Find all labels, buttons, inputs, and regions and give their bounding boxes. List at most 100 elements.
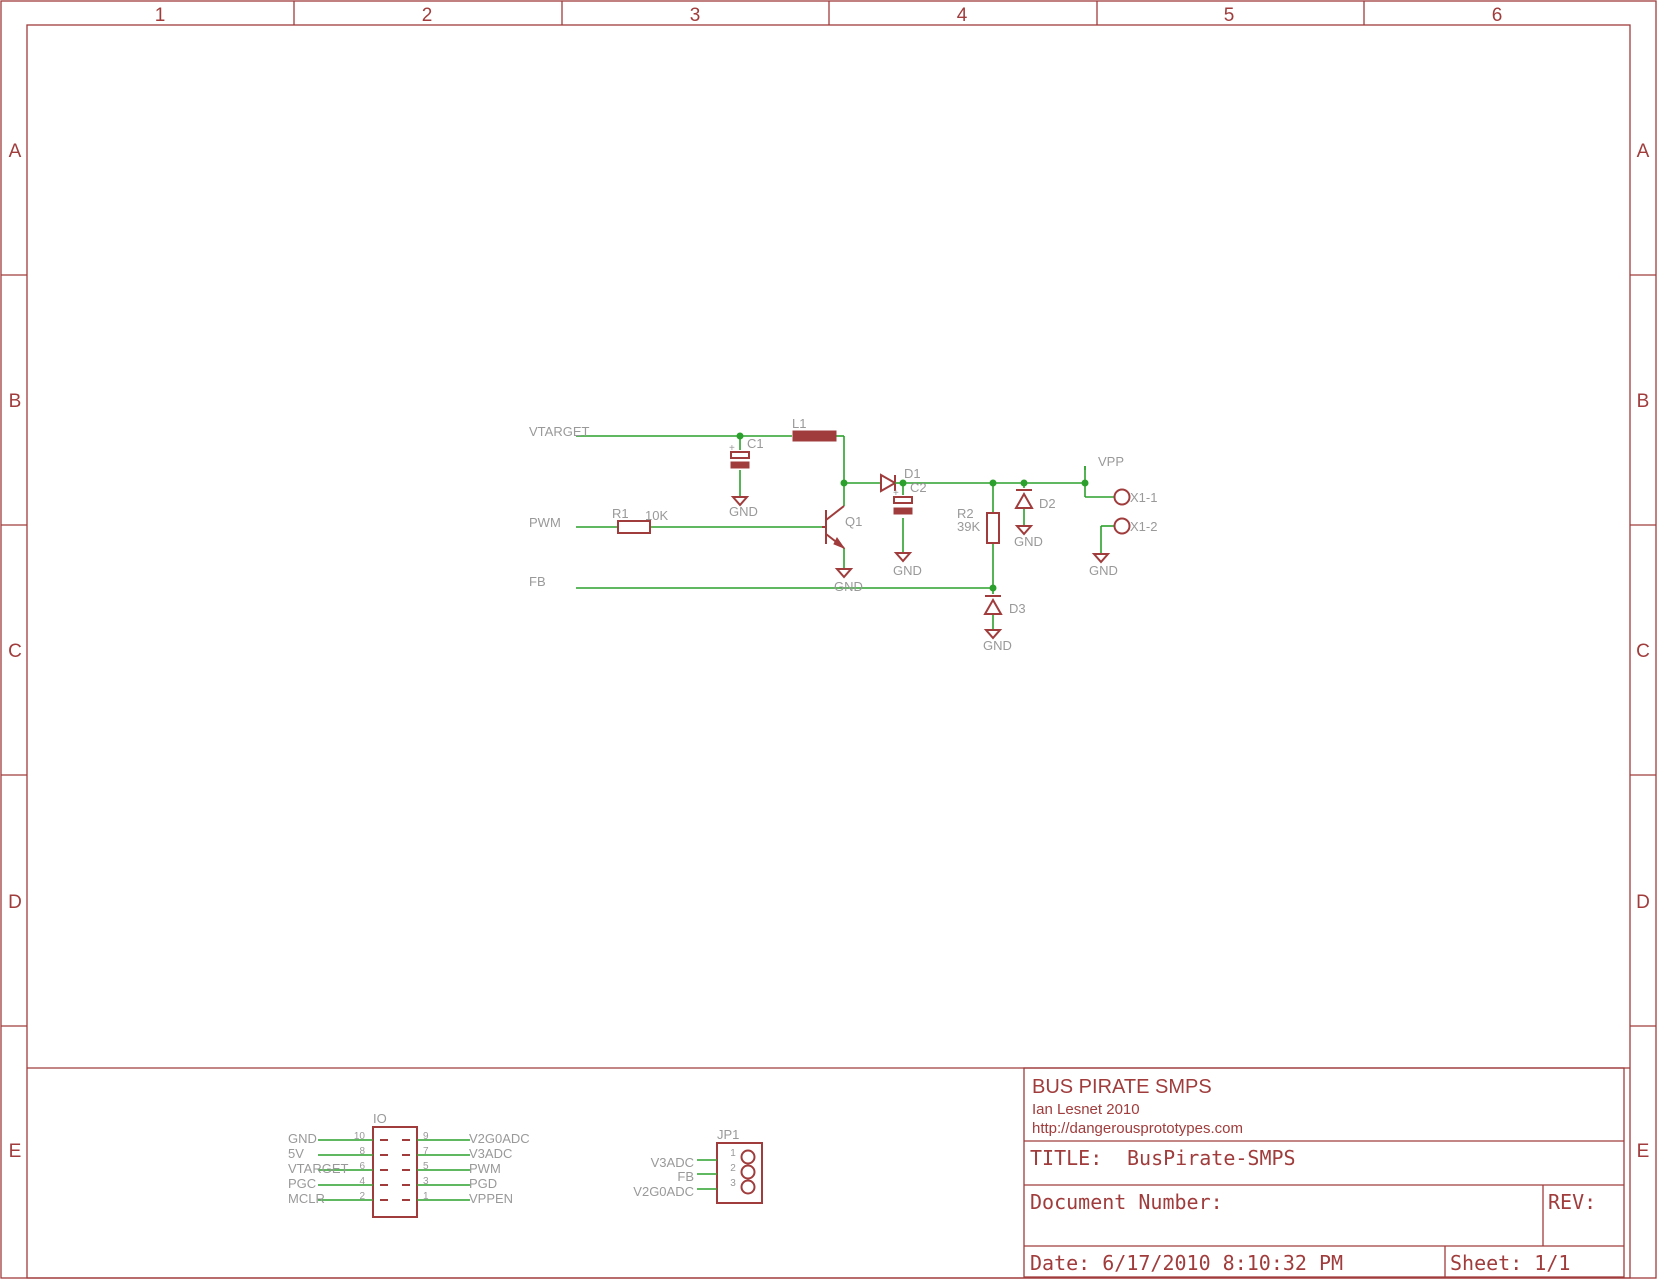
vpp-supply: VPP: [1084, 454, 1124, 470]
d2-label: D2: [1039, 496, 1056, 511]
io-net-right: V3ADC: [469, 1146, 512, 1161]
c1-label: C1: [747, 436, 764, 451]
io-pin-number: 3: [423, 1176, 429, 1187]
io-net-right: VPPEN: [469, 1191, 513, 1206]
pad-x1-2[interactable]: X1-2: [1113, 517, 1158, 535]
io-net-left: MCLR: [288, 1191, 325, 1206]
diode-d3[interactable]: D3: [983, 595, 1026, 616]
resistor-r1[interactable]: R1 10K: [612, 506, 668, 534]
net-label-fb: FB: [529, 574, 546, 589]
schematic-sheet: 1 2 3 4 5 6 A B C D E A B C D E BUS PIRA…: [0, 0, 1657, 1279]
wires: [576, 435, 1114, 630]
row-label: C: [8, 641, 22, 662]
jp1-net: V3ADC: [651, 1155, 694, 1170]
x1-2-label: X1-2: [1130, 519, 1157, 534]
column-label: 1: [155, 5, 166, 26]
gnd-label: GND: [834, 579, 863, 594]
jp1-pin-number: 3: [730, 1178, 736, 1189]
title-block: BUS PIRATE SMPS Ian Lesnet 2010 http://d…: [1023, 1067, 1625, 1278]
date-line: Date: 6/17/2010 8:10:32 PM: [1030, 1251, 1343, 1275]
capacitor-c2[interactable]: + C2: [893, 480, 927, 515]
net-label-vtarget: VTARGET: [529, 424, 589, 439]
column-label: 5: [1224, 5, 1235, 26]
c2-plus: +: [893, 488, 899, 499]
column-label: 3: [690, 5, 701, 26]
document-number-label: Document Number:: [1030, 1190, 1223, 1214]
capacitor-c1[interactable]: + C1: [729, 436, 764, 469]
diode-d2[interactable]: D2: [1014, 489, 1056, 511]
ground-symbol: GND: [834, 568, 863, 594]
gnd-label: GND: [893, 563, 922, 578]
row-label: E: [1637, 1141, 1650, 1162]
author-line: Ian Lesnet 2010: [1032, 1101, 1140, 1118]
url-line: http://dangerousprototypes.com: [1032, 1120, 1243, 1137]
io-pin-number: 10: [354, 1131, 366, 1142]
jp1-pin-number: 2: [730, 1163, 736, 1174]
ground-symbol: GND: [1089, 553, 1118, 578]
io-pin-number: 6: [359, 1161, 365, 1172]
jp1-pin-number: 1: [730, 1148, 736, 1159]
io-header[interactable]: IO GND 5V VTARGET PGC MCLR 10 8 6 4 2 9 …: [288, 1111, 530, 1218]
c2-label: C2: [910, 480, 927, 495]
revision-label: REV:: [1548, 1190, 1596, 1214]
io-net-left: VTARGET: [288, 1161, 348, 1176]
project-name: BUS PIRATE SMPS: [1032, 1076, 1212, 1098]
jp1-net: V2G0ADC: [633, 1184, 694, 1199]
io-pin-number: 2: [359, 1191, 365, 1202]
io-net-right: PGD: [469, 1176, 497, 1191]
transistor-q1[interactable]: Q1: [822, 505, 862, 550]
r1-label: R1: [612, 506, 629, 521]
gnd-label: GND: [983, 638, 1012, 653]
row-label: B: [1637, 391, 1650, 412]
gnd-label: GND: [729, 504, 758, 519]
io-label: IO: [373, 1111, 387, 1126]
io-net-left: 5V: [288, 1146, 304, 1161]
x1-1-label: X1-1: [1130, 490, 1157, 505]
row-label: B: [9, 391, 22, 412]
column-label: 4: [957, 5, 968, 26]
column-label: 2: [422, 5, 433, 26]
c1-plus: +: [729, 443, 735, 454]
io-pin-number: 5: [423, 1161, 429, 1172]
inductor-l1[interactable]: L1: [792, 416, 837, 442]
sheet-line: Sheet: 1/1: [1450, 1251, 1570, 1275]
io-pin-number: 4: [359, 1176, 365, 1187]
io-net-right: V2G0ADC: [469, 1131, 530, 1146]
ground-symbol: GND: [983, 629, 1012, 653]
gnd-label: GND: [1089, 563, 1118, 578]
jp1-net: FB: [677, 1169, 694, 1184]
r1-value: 10K: [645, 508, 668, 523]
row-label: C: [1636, 641, 1650, 662]
net-label-pwm: PWM: [529, 515, 561, 530]
ground-symbol: GND: [1014, 525, 1043, 549]
pad-x1-1[interactable]: X1-1: [1113, 488, 1158, 506]
ground-symbol: GND: [893, 552, 922, 578]
io-net-left: PGC: [288, 1176, 316, 1191]
io-net-left: GND: [288, 1131, 317, 1146]
column-label: 6: [1492, 5, 1503, 26]
io-pin-number: 9: [423, 1131, 429, 1142]
io-pin-number: 1: [423, 1191, 429, 1202]
q1-label: Q1: [845, 514, 862, 529]
jp1-label: JP1: [717, 1127, 739, 1142]
d3-label: D3: [1009, 601, 1026, 616]
l1-label: L1: [792, 416, 806, 431]
row-label: E: [9, 1141, 22, 1162]
row-label: A: [9, 141, 22, 162]
ground-symbol: GND: [729, 496, 758, 519]
jp1-header[interactable]: JP1 1 2 3 V3ADC FB V2G0ADC: [633, 1127, 763, 1204]
io-pin-marks: [380, 1139, 410, 1201]
vpp-label: VPP: [1098, 454, 1124, 469]
title-label: TITLE:: [1030, 1146, 1102, 1170]
io-pin-number: 7: [423, 1146, 429, 1157]
r2-value: 39K: [957, 519, 980, 534]
gnd-label: GND: [1014, 534, 1043, 549]
io-pin-number: 8: [359, 1146, 365, 1157]
drawing-frame: 1 2 3 4 5 6 A B C D E A B C D E: [0, 0, 1657, 1279]
row-label: A: [1637, 141, 1650, 162]
title-value: BusPirate-SMPS: [1127, 1146, 1296, 1170]
row-label: D: [8, 892, 22, 913]
d1-label: D1: [904, 466, 921, 481]
row-label: D: [1636, 892, 1650, 913]
io-net-right: PWM: [469, 1161, 501, 1176]
